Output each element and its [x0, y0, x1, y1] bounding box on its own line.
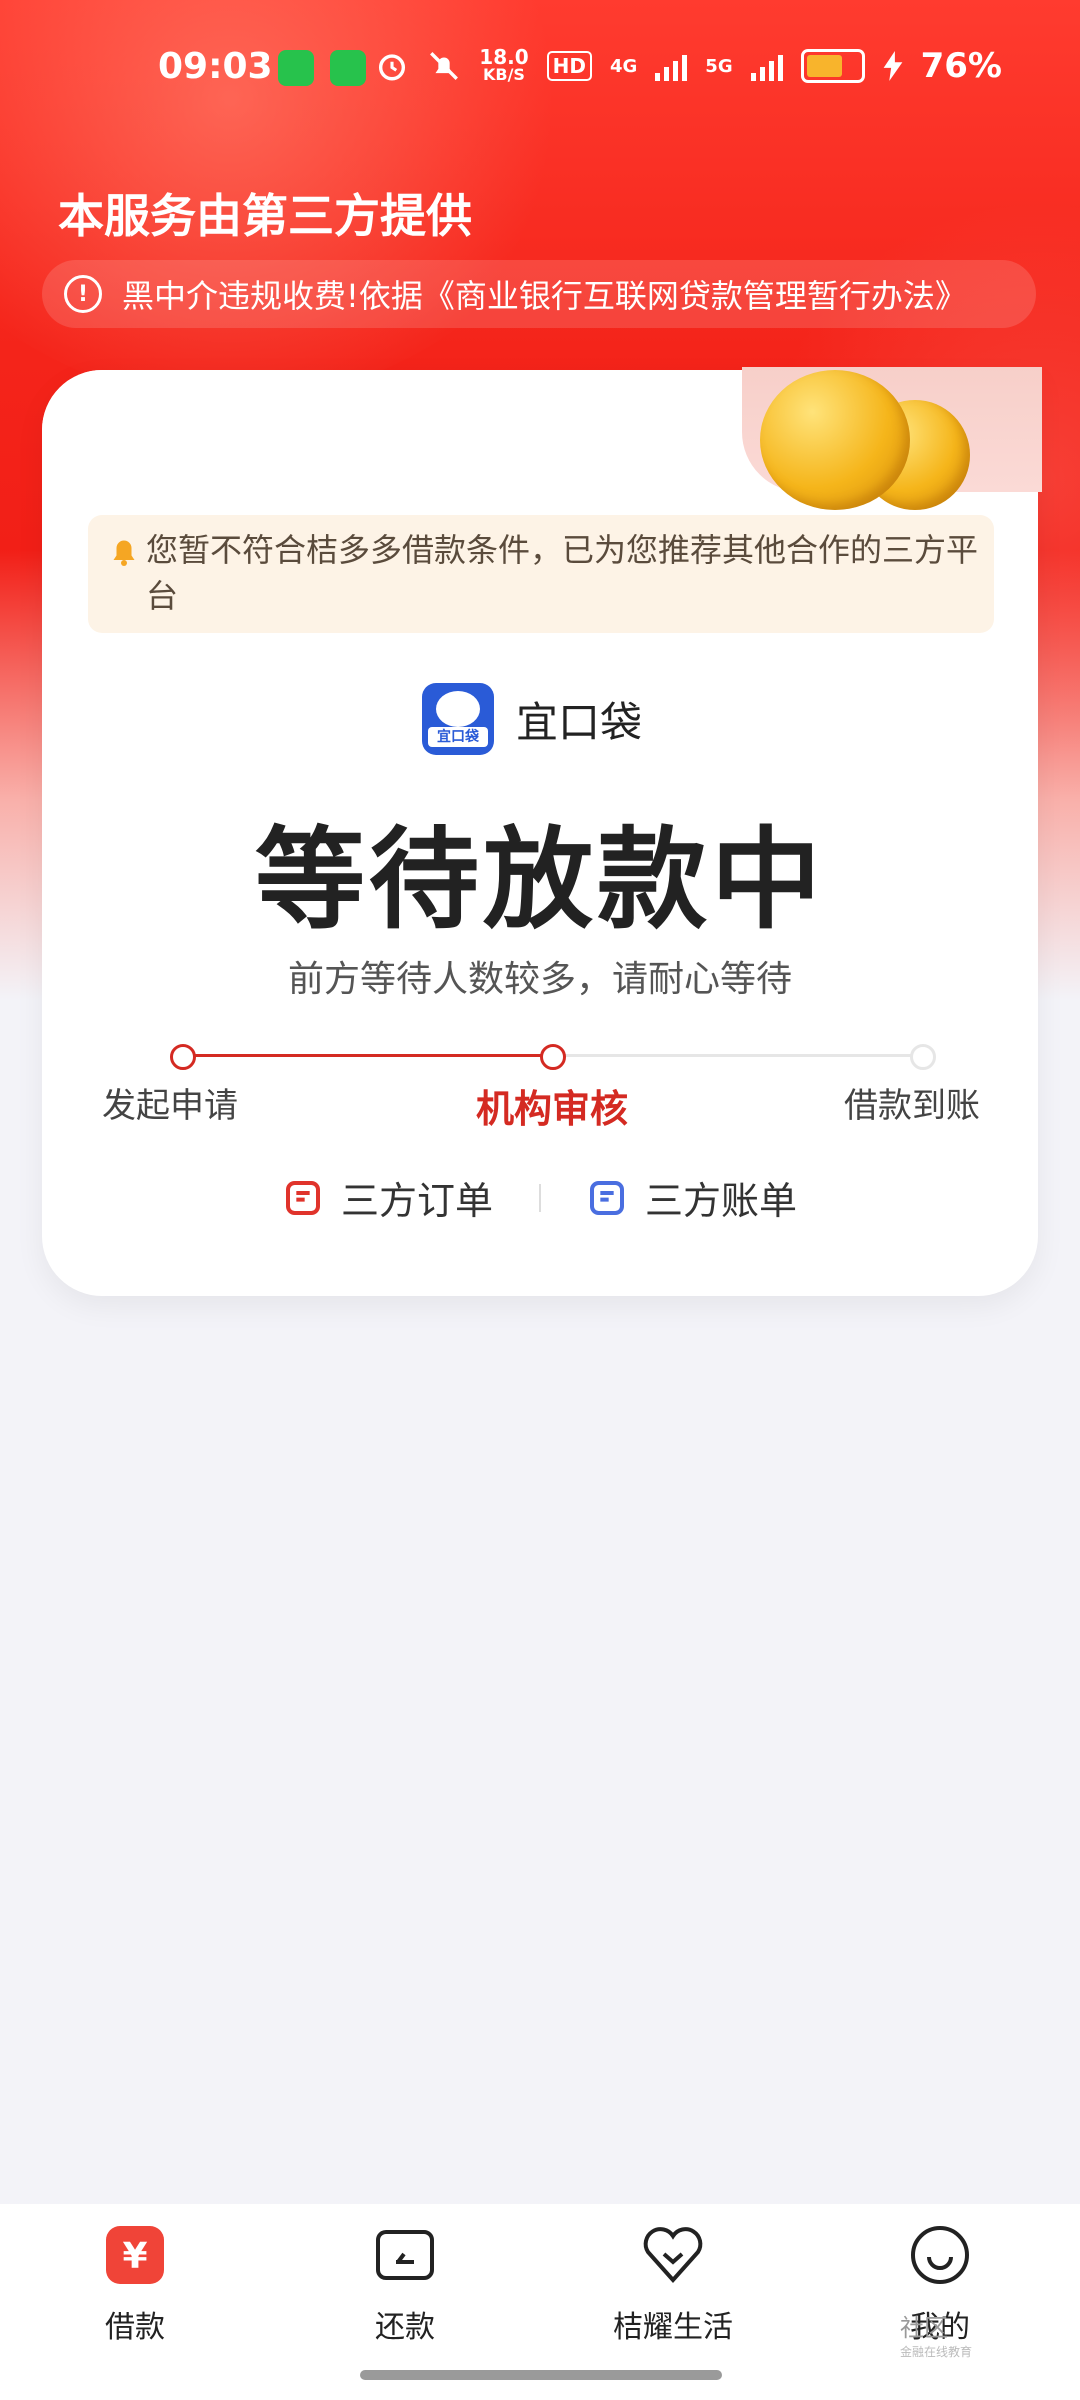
- watermark-title: 社区: [900, 2314, 948, 2342]
- coin: [760, 370, 910, 510]
- mute-icon: [430, 52, 459, 80]
- bill-doc-icon: [590, 1180, 624, 1215]
- net-speed-unit: KB/S: [482, 65, 525, 84]
- step-track-pending: [553, 1054, 923, 1057]
- notice-marquee[interactable]: ! 黑中介违规收费!依据《商业银行互联网贷款管理暂行办法》: [42, 260, 1036, 328]
- third-party-order-link[interactable]: 三方订单: [237, 1170, 539, 1225]
- partner-platform: 宜口袋 宜口袋: [422, 683, 642, 755]
- coins-illustration: [760, 360, 1000, 510]
- provider-title: 本服务由第三方提供: [58, 189, 472, 243]
- step-label-received: 借款到账: [844, 1086, 980, 1126]
- partner-logo-text: 宜口袋: [428, 727, 488, 747]
- battery-level: [806, 55, 842, 77]
- order-doc-icon: [285, 1180, 320, 1215]
- status-bar: 09:03 18.0 KB/S HD 4G 5G 76%: [0, 0, 1080, 140]
- ineligible-alert: 您暂不符合桔多多借款条件，已为您推荐其他合作的三方平台: [88, 515, 994, 633]
- third-party-bill-link[interactable]: 三方账单: [541, 1170, 843, 1225]
- partner-logo: 宜口袋: [422, 683, 494, 755]
- life-icon: [643, 2227, 703, 2284]
- message-app-icon: [278, 50, 314, 86]
- warning-icon: !: [64, 275, 102, 313]
- tab-repay-label: 还款: [375, 2310, 435, 2345]
- wait-hint: 前方等待人数较多，请耐心等待: [287, 959, 792, 1000]
- step-label-apply: 发起申请: [102, 1086, 238, 1126]
- third-party-bill-label: 三方账单: [645, 1179, 798, 1223]
- watermark: 社区 金融在线教育: [900, 2308, 972, 2360]
- tab-repay[interactable]: 还款: [305, 2224, 505, 2346]
- card-links: 三方订单 三方账单: [0, 1170, 1080, 1225]
- step-dot-1: [170, 1044, 196, 1070]
- notice-text: 黑中介违规收费!依据《商业银行互联网贷款管理暂行办法》: [122, 277, 967, 315]
- phone-app-icon: [330, 50, 366, 86]
- koala-face-icon: [436, 691, 480, 727]
- progress-stepper: 发起申请 机构审核 借款到账: [80, 1040, 1000, 1131]
- signal-bars-1: [655, 51, 688, 81]
- status-time: 09:03: [158, 46, 273, 87]
- loan-status-title: 等待放款中: [255, 816, 825, 944]
- loan-icon: ¥: [106, 2226, 164, 2284]
- alert-text: 您暂不符合桔多多借款条件，已为您推荐其他合作的三方平台: [146, 531, 979, 615]
- step-track-done: [183, 1054, 553, 1057]
- bell-icon: [113, 540, 135, 566]
- tab-life-label: 桔耀生活: [613, 2310, 733, 2345]
- network-4g-label: 4G: [609, 55, 638, 77]
- status-indicators: 18.0 KB/S HD 4G 5G 76%: [375, 46, 1002, 86]
- battery-percent: 76%: [920, 46, 1002, 86]
- tab-loan[interactable]: ¥ 借款: [35, 2224, 235, 2346]
- third-party-order-label: 三方订单: [340, 1179, 493, 1223]
- battery-icon: [800, 49, 865, 83]
- tab-life[interactable]: 桔耀生活: [573, 2224, 773, 2346]
- repay-icon: [376, 2230, 434, 2280]
- network-5g-label: 5G: [705, 55, 733, 77]
- step-dot-3: [910, 1044, 936, 1070]
- profile-icon: [911, 2226, 969, 2284]
- svg-text:¥: ¥: [122, 2236, 147, 2277]
- step-label-review: 机构审核: [475, 1087, 629, 1131]
- watermark-subtitle: 金融在线教育: [900, 2345, 973, 2359]
- charging-icon: [883, 51, 902, 81]
- signal-bars-2: [750, 51, 783, 81]
- tab-loan-label: 借款: [105, 2310, 165, 2345]
- hd-badge: HD: [546, 51, 592, 81]
- partner-name: 宜口袋: [516, 697, 643, 747]
- net-speed: 18.0 KB/S: [479, 45, 529, 84]
- net-speed-value: 18.0: [479, 45, 529, 69]
- alarm-icon: [379, 54, 406, 81]
- home-indicator[interactable]: [360, 2370, 722, 2380]
- step-dot-2: [540, 1044, 566, 1070]
